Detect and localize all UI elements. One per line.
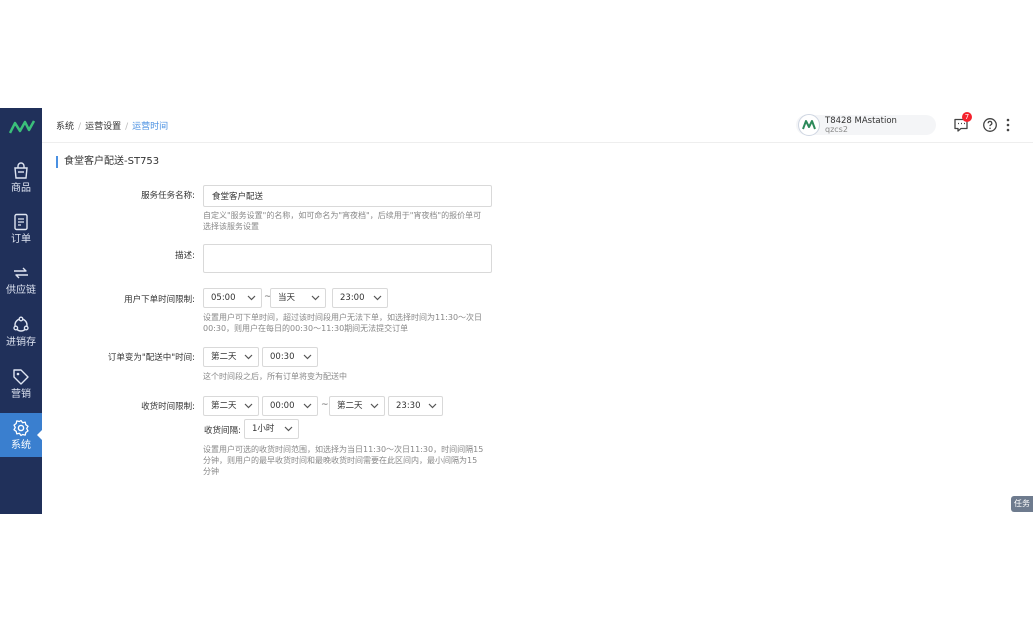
hint-line: 分钟 [203, 467, 219, 476]
receive-end-day-select[interactable]: 第二天 [329, 396, 385, 416]
breadcrumb-item-operation-settings[interactable]: 运营设置 [85, 122, 121, 132]
receive-interval-label: 收货间隔: [204, 426, 241, 436]
chevron-down-icon [373, 295, 382, 301]
service-name-input[interactable] [203, 185, 492, 207]
inventory-icon [13, 316, 29, 332]
gear-icon [13, 419, 29, 437]
document-icon [14, 213, 28, 231]
sidebar-item-products[interactable]: 商品 [0, 156, 42, 200]
hint-line: 设置用户可选的收货时间范围，如选择为当日11:30～次日11:30，时间间隔15 [203, 445, 484, 454]
help-icon[interactable] [982, 117, 998, 133]
sidebar-item-orders[interactable]: 订单 [0, 207, 42, 251]
select-value: 第二天 [211, 352, 237, 362]
sidebar-item-label: 系统 [11, 440, 31, 451]
brand-logo [9, 120, 35, 134]
user-account[interactable]: T8428 MAstation qzcs2 [796, 114, 936, 136]
receive-time-limit-label: 收货时间限制: [141, 402, 195, 412]
more-options-icon[interactable] [1004, 117, 1012, 133]
delivery-status-time-label: 订单变为"配送中"时间: [107, 353, 195, 363]
hint-line: 分钟，则用户的最早收货时间和最晚收货时间需要在此区间内，最小间隔为15 [203, 456, 478, 465]
order-time-limit-hint: 设置用户可下单时间，超过该时间段用户无法下单，如选择时间为11:30～次日 00… [203, 312, 482, 334]
avatar [798, 114, 820, 136]
chevron-down-icon [244, 403, 253, 409]
receive-time-limit-hint: 设置用户可选的收货时间范围，如选择为当日11:30～次日11:30，时间间隔15… [203, 444, 483, 477]
receive-start-day-select[interactable]: 第二天 [203, 396, 259, 416]
exchange-icon [14, 267, 28, 279]
order-time-limit-label: 用户下单时间限制: [124, 295, 195, 305]
select-value: 00:00 [270, 401, 295, 411]
sidebar-item-label: 订单 [11, 234, 31, 245]
description-label: 描述: [175, 251, 195, 261]
sidebar-item-label: 商品 [11, 183, 31, 194]
breadcrumb-item-system[interactable]: 系统 [56, 122, 74, 132]
chevron-down-icon [284, 426, 293, 432]
receive-end-time-select[interactable]: 23:30 [388, 396, 443, 416]
receive-start-time-select[interactable]: 00:00 [262, 396, 318, 416]
select-value: 1小时 [252, 424, 275, 434]
task-button[interactable]: 任务 [1011, 496, 1033, 512]
description-textarea[interactable] [203, 244, 492, 273]
hint-line: 选择该服务设置 [203, 222, 259, 231]
range-separator: ~ [321, 400, 329, 410]
breadcrumb: 系统 / 运营设置 / 运营时间 [56, 122, 169, 132]
delivery-status-time-hint: 这个时间段之后，所有订单将变为配送中 [203, 372, 347, 381]
chevron-down-icon [247, 295, 256, 301]
select-value: 05:00 [211, 293, 236, 303]
service-name-hint: 自定义"服务设置"的名称，如可命名为"宵夜档"，后续用于"宵夜档"的报价单可 选… [203, 210, 481, 232]
top-bar: 系统 / 运营设置 / 运营时间 T8428 MAstation qzcs2 7 [42, 108, 1033, 143]
sidebar-item-supply-chain[interactable]: 供应链 [0, 258, 42, 302]
breadcrumb-item-operation-time: 运营时间 [132, 122, 169, 132]
chevron-down-icon [428, 403, 437, 409]
delivery-status-time-select[interactable]: 00:30 [262, 347, 318, 367]
select-value: 当天 [278, 293, 296, 303]
delivery-status-day-select[interactable]: 第二天 [203, 347, 259, 367]
app-window: 商品 订单 供应链 进销存 营销 系统 系统 / 运营设置 / 运营时间 T84… [0, 108, 1033, 514]
order-end-time-select[interactable]: 23:00 [332, 288, 388, 308]
select-value: 第二天 [211, 401, 237, 411]
receive-interval-select[interactable]: 1小时 [244, 419, 299, 439]
select-value: 第二天 [337, 401, 363, 411]
hint-line: 00:30，则用户在每日的00:30～11:30期间无法提交订单 [203, 324, 409, 333]
service-name-label: 服务任务名称: [141, 191, 195, 201]
sidebar-item-marketing[interactable]: 营销 [0, 362, 42, 406]
sidebar-item-label: 营销 [11, 389, 31, 400]
sidebar-item-label: 供应链 [6, 285, 36, 296]
select-value: 23:30 [396, 401, 421, 411]
chevron-down-icon [244, 354, 253, 360]
shopping-bag-icon [14, 162, 28, 179]
hint-line: 自定义"服务设置"的名称，如可命名为"宵夜档"，后续用于"宵夜档"的报价单可 [203, 211, 482, 220]
order-end-day-select[interactable]: 当天 [270, 288, 326, 308]
tag-icon [13, 369, 29, 385]
chevron-down-icon [303, 403, 312, 409]
sidebar-item-system[interactable]: 系统 [0, 413, 42, 457]
order-start-time-select[interactable]: 05:00 [203, 288, 262, 308]
select-value: 00:30 [270, 352, 295, 362]
sidebar-item-label: 进销存 [6, 337, 36, 348]
brand-avatar-icon [802, 120, 816, 130]
select-value: 23:00 [340, 293, 365, 303]
chevron-down-icon [303, 354, 312, 360]
hint-line: 设置用户可下单时间，超过该时间段用户无法下单，如选择时间为11:30～次日 [203, 313, 483, 322]
notification-badge: 7 [962, 112, 972, 122]
page-title: 食堂客户配送-ST753 [56, 156, 159, 168]
chevron-down-icon [311, 295, 320, 301]
sidebar-item-inventory[interactable]: 进销存 [0, 310, 42, 354]
user-account-id: qzcs2 [825, 125, 848, 134]
chevron-down-icon [370, 403, 379, 409]
sidebar: 商品 订单 供应链 进销存 营销 系统 [0, 108, 42, 514]
